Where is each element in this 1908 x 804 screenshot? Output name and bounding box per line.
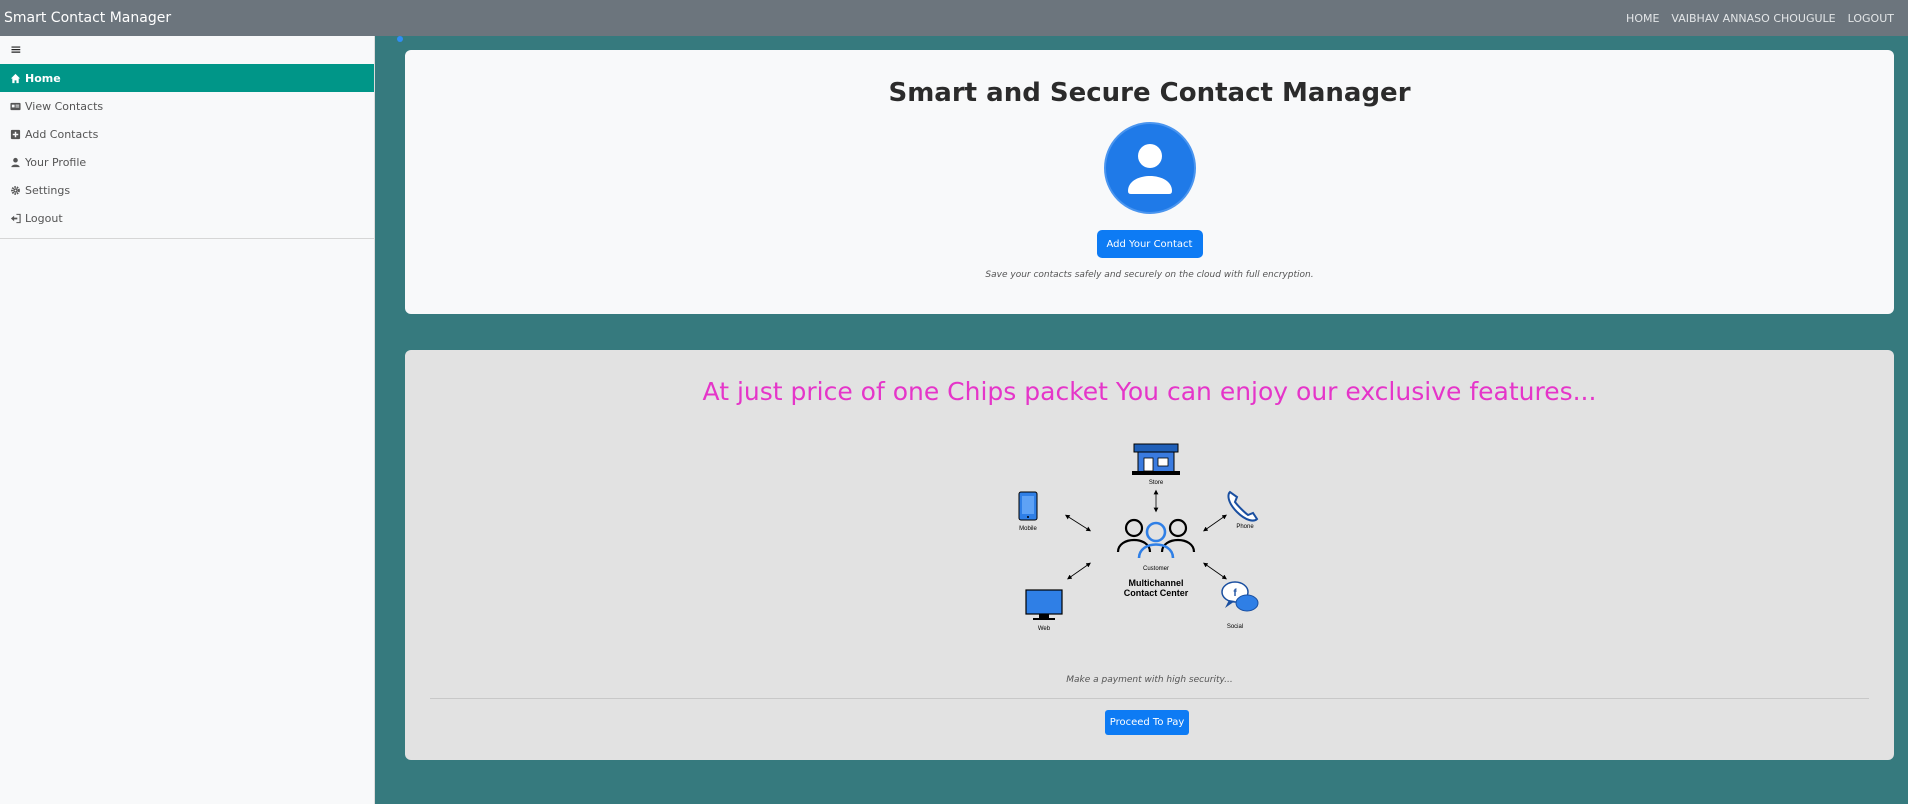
diagram-label-social: Social [1227,624,1243,630]
promo-title: At just price of one Chips packet You ca… [702,377,1597,406]
user-avatar-icon [1103,122,1196,214]
social-chat-icon: f [1221,581,1259,612]
sidebar-item-label: Add Contacts [25,127,99,141]
diagram-label-mobile: Mobile [1019,526,1037,532]
diagram-label-web: Web [1038,626,1051,632]
diagram-caption-line2: Contact Center [1124,588,1189,598]
hero-card: Smart and Secure Contact Manager Add You… [405,50,1894,314]
sidebar-item-label: Your Profile [25,155,87,169]
diagram-caption-line1: Multichannel [1128,578,1183,588]
web-monitor-icon [1025,589,1063,620]
id-card-icon [10,102,21,110]
sidebar-item-your-profile[interactable]: Your Profile [0,148,374,176]
mobile-icon [1018,491,1038,521]
sidebar-item-label: Settings [25,183,71,197]
diagram-label-customer: Customer [1143,566,1169,572]
customer-group-icon [1116,518,1196,559]
brand-title[interactable]: Smart Contact Manager [4,10,171,26]
promo-note: Make a payment with high security... [1066,675,1233,685]
logout-icon [10,213,21,223]
main-content: Smart and Secure Contact Manager Add You… [375,36,1908,804]
diagram-label-store: Store [1149,480,1164,486]
add-your-contact-button[interactable]: Add Your Contact [1096,230,1203,258]
hamburger-icon[interactable]: ≡ [0,36,374,64]
sidebar-item-settings[interactable]: Settings [0,176,374,204]
sidebar: ≡ Home View Contacts Add Contacts Your P… [0,36,375,804]
store-icon [1132,443,1180,475]
hero-note: Save your contacts safely and securely o… [985,270,1314,280]
top-nav: HOME VAIBHAV ANNASO CHOUGULE LOGOUT [1626,12,1904,25]
sidebar-item-logout[interactable]: Logout [0,204,374,232]
diagram-label-phone: Phone [1236,524,1254,530]
proceed-to-pay-button[interactable]: Proceed To Pay [1105,710,1189,735]
promo-card: At just price of one Chips packet You ca… [405,350,1894,760]
sidebar-item-label: View Contacts [25,99,104,113]
sidebar-item-label: Home [25,71,61,85]
top-navbar: Smart Contact Manager HOME VAIBHAV ANNAS… [0,0,1908,36]
sidebar-item-home[interactable]: Home [0,64,374,92]
sidebar-item-view-contacts[interactable]: View Contacts [0,92,374,120]
sidebar-item-label: Logout [25,211,63,225]
phone-icon [1227,490,1259,522]
home-icon [10,73,21,83]
sidebar-item-add-contacts[interactable]: Add Contacts [0,120,374,148]
nav-home-link[interactable]: HOME [1626,12,1659,25]
multichannel-diagram: Store Mobile Phone Customer Multichannel… [1018,443,1259,632]
sidebar-divider [0,238,374,239]
gear-icon [11,185,20,195]
promo-divider [430,698,1869,699]
user-icon [11,157,20,167]
nav-user-link[interactable]: VAIBHAV ANNASO CHOUGULE [1671,12,1835,25]
hero-title: Smart and Secure Contact Manager [888,78,1411,108]
nav-logout-link[interactable]: LOGOUT [1848,12,1894,25]
add-contact-icon [10,129,21,139]
indicator-dot [397,36,403,42]
